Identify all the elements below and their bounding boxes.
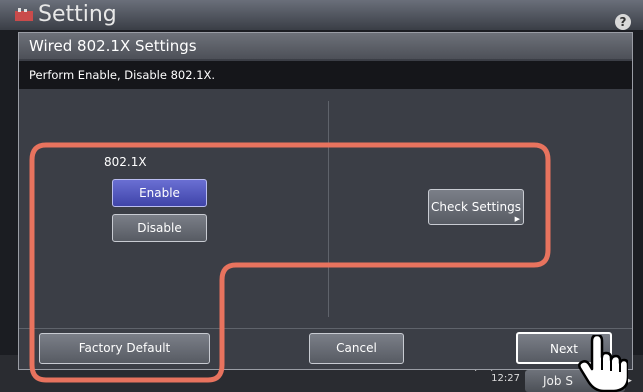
factory-default-label: Factory Default: [78, 341, 171, 355]
enable-label: Enable: [139, 186, 180, 200]
vertical-divider: [328, 101, 329, 317]
time-text: 12:27: [491, 373, 520, 384]
job-status-label: Job S: [543, 374, 573, 388]
check-settings-arrow-icon: ▶: [514, 215, 520, 223]
check-settings-button[interactable]: Check Settings ▶: [428, 189, 524, 225]
check-settings-label: Check Settings: [431, 200, 521, 214]
help-icon[interactable]: ?: [615, 14, 631, 30]
setting-app-icon: [15, 8, 33, 21]
horizontal-divider: [19, 328, 632, 329]
next-label: Next: [550, 342, 578, 356]
dialog-title: Wired 802.1X Settings: [19, 33, 632, 59]
app-title: Setting: [38, 2, 117, 27]
dialog-message: Perform Enable, Disable 802.1X.: [19, 61, 632, 89]
cancel-label: Cancel: [336, 341, 377, 355]
factory-default-button[interactable]: Factory Default: [39, 333, 210, 364]
cancel-button[interactable]: Cancel: [309, 333, 404, 364]
app-header: Setting ?: [0, 0, 643, 30]
disable-label: Disable: [137, 221, 182, 235]
section-label: 802.1X: [104, 155, 147, 169]
wired-8021x-dialog: Wired 802.1X Settings Perform Enable, Di…: [18, 32, 633, 370]
disable-button[interactable]: Disable: [112, 214, 207, 242]
enable-button[interactable]: Enable: [112, 179, 207, 207]
hand-pointer-icon: [578, 335, 628, 392]
